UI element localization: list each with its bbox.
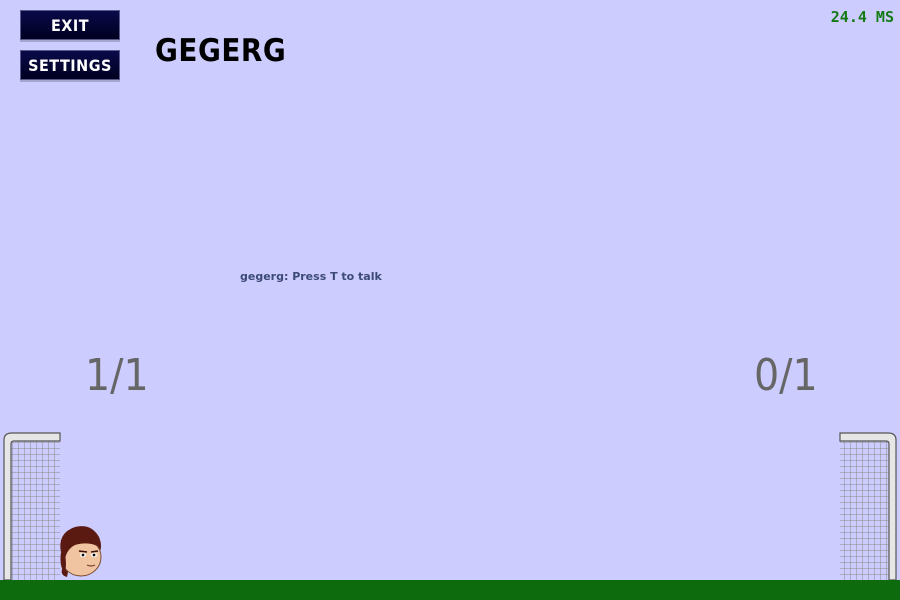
ping-readout: 24.4 MS bbox=[830, 8, 894, 26]
player-head-icon bbox=[60, 526, 102, 577]
score-left: 1/1 bbox=[85, 350, 149, 401]
score-right: 0/1 bbox=[754, 350, 818, 401]
exit-button[interactable]: EXIT bbox=[20, 10, 120, 40]
player-name: GEGERG bbox=[155, 33, 287, 69]
settings-button[interactable]: SETTINGS bbox=[20, 50, 120, 80]
right-goal-net-icon bbox=[839, 432, 897, 582]
chat-message: gegerg: Press T to talk bbox=[240, 270, 382, 283]
ground bbox=[0, 580, 900, 600]
